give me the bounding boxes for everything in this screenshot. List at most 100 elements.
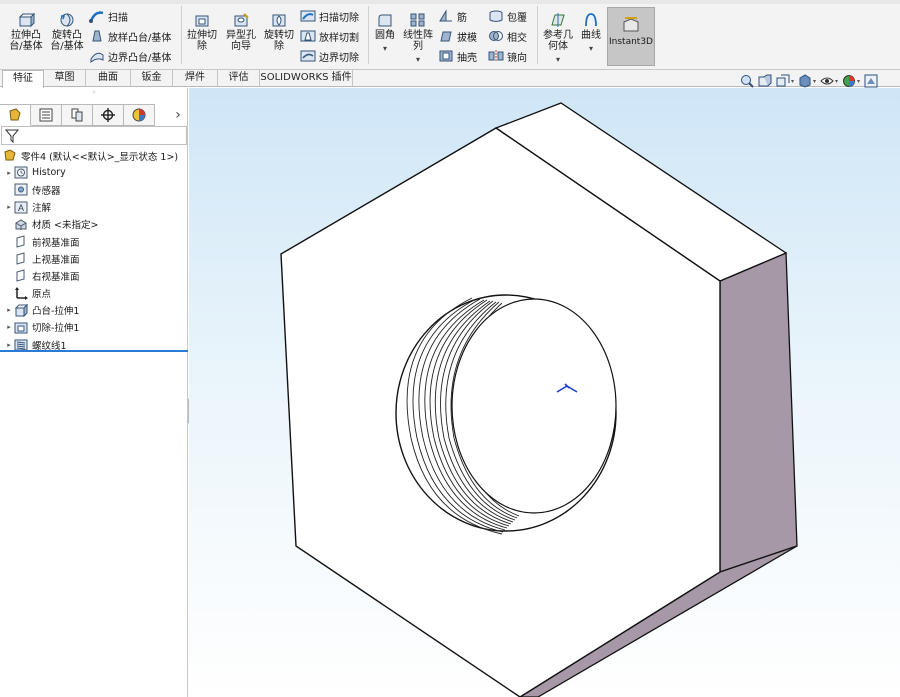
plane-icon xyxy=(16,235,25,248)
fillet-button[interactable]: 圆角 ▾ xyxy=(372,12,398,54)
extrude-feature-icon xyxy=(14,303,28,317)
shell-button[interactable]: 抽壳 xyxy=(438,48,477,64)
view-orientation-dropdown-arrow[interactable]: ▾ xyxy=(791,78,794,85)
tree-item-material[interactable]: 材质 <未指定> xyxy=(0,216,188,233)
tree-item-label: 材质 <未指定> xyxy=(32,220,99,232)
expand-arrow-icon[interactable]: ▸ xyxy=(4,203,14,211)
intersect-button[interactable]: 相交 xyxy=(488,28,527,44)
tree-item-top-plane[interactable]: 上视基准面 xyxy=(0,250,188,267)
tree-item-label: History xyxy=(32,167,66,179)
boundary-boss-button[interactable]: 边界凸台/基体 xyxy=(89,48,171,64)
nut-side-face-right[interactable] xyxy=(719,252,798,573)
hole-wizard-button[interactable]: 异型孔 向导 xyxy=(222,12,260,52)
linear-pattern-dropdown-arrow[interactable]: ▾ xyxy=(416,54,420,65)
curves-button[interactable]: 曲线 ▾ xyxy=(578,12,604,54)
display-manager-tab[interactable] xyxy=(124,104,155,126)
curves-dropdown-arrow[interactable]: ▾ xyxy=(589,43,593,54)
loft-cut-button[interactable]: 放样切割 xyxy=(300,28,359,44)
revolve-boss-button[interactable]: 旋转凸 台/基体 xyxy=(48,12,86,52)
loft-boss-button[interactable]: 放样凸台/基体 xyxy=(89,28,171,44)
ribbon-separator xyxy=(368,6,369,64)
feature-manager-tab[interactable] xyxy=(0,104,31,126)
display-style-dropdown-arrow[interactable]: ▾ xyxy=(813,78,816,85)
rollback-bar[interactable] xyxy=(0,350,188,352)
boundary-cut-button[interactable]: 边界切除 xyxy=(300,48,359,64)
expand-arrow-icon[interactable]: ▸ xyxy=(4,169,14,177)
tree-item-annotations[interactable]: ▸ A 注解 xyxy=(0,199,188,216)
more-tabs-chevron-icon[interactable]: › xyxy=(168,104,188,126)
plane-icon xyxy=(16,252,25,265)
linear-pattern-button[interactable]: 线性阵 列 ▾ xyxy=(400,12,436,65)
mirror-label: 镜向 xyxy=(507,52,527,64)
tree-item-label: 注解 xyxy=(32,203,52,215)
part-icon xyxy=(4,149,16,161)
tab-weldments[interactable]: 焊件 xyxy=(173,70,218,87)
reference-geometry-dropdown-arrow[interactable]: ▾ xyxy=(556,54,560,65)
fillet-dropdown-arrow[interactable]: ▾ xyxy=(383,43,387,54)
tree-filter-box[interactable] xyxy=(1,126,187,145)
tree-root-part[interactable]: 零件4 (默认<<默认>_显示状态 1>) xyxy=(0,147,188,164)
fillet-icon xyxy=(378,14,392,27)
tree-item-right-plane[interactable]: 右视基准面 xyxy=(0,267,188,284)
revolve-boss-icon xyxy=(60,13,74,27)
revolve-cut-button[interactable]: 旋转切 除 xyxy=(261,12,297,52)
appearance-scene-icon[interactable] xyxy=(842,74,856,88)
draft-button[interactable]: 拔模 xyxy=(438,28,477,44)
ribbon-separator xyxy=(181,6,182,64)
tree-item-label: 原点 xyxy=(32,289,52,301)
configuration-manager-tab[interactable] xyxy=(62,104,93,126)
rib-button[interactable]: 筋 xyxy=(438,8,467,24)
instant3d-button[interactable]: Instant3D xyxy=(607,7,655,66)
tree-item-sensors[interactable]: 传感器 xyxy=(0,181,188,198)
sweep-button[interactable]: 扫描 xyxy=(89,8,128,24)
panel-grip[interactable]: ◦ xyxy=(0,88,188,103)
zoom-to-fit-icon[interactable] xyxy=(740,74,754,88)
hide-show-eye-icon[interactable] xyxy=(820,74,834,88)
tree-item-label: 传感器 xyxy=(32,185,61,197)
tree-item-cut-extrude1[interactable]: ▸ 切除-拉伸1 xyxy=(0,319,188,336)
tab-sketch[interactable]: 草图 xyxy=(44,70,86,87)
reference-geometry-label: 参考几 何体 xyxy=(543,30,573,52)
expand-arrow-icon[interactable]: ▸ xyxy=(4,306,14,314)
property-list-icon xyxy=(39,108,53,122)
material-icon xyxy=(15,219,27,230)
tab-features[interactable]: 特征 xyxy=(2,70,44,88)
plane-icon xyxy=(16,269,25,283)
revolve-cut-icon xyxy=(272,14,286,27)
dimxpert-manager-tab[interactable] xyxy=(93,104,124,126)
extrude-cut-button[interactable]: 拉伸切 除 xyxy=(184,12,220,52)
tab-evaluate[interactable]: 评估 xyxy=(218,70,260,87)
expand-arrow-icon[interactable]: ▸ xyxy=(4,341,14,349)
reference-geometry-button[interactable]: 参考几 何体 ▾ xyxy=(540,12,576,65)
hole-wizard-label: 异型孔 向导 xyxy=(226,30,256,52)
sensor-icon xyxy=(14,183,28,196)
graphics-area[interactable] xyxy=(189,88,900,697)
tab-solidworks-addins[interactable]: SOLIDWORKS 插件 xyxy=(260,70,353,87)
view-settings-icon[interactable] xyxy=(864,74,878,88)
hide-show-dropdown-arrow[interactable]: ▾ xyxy=(835,78,838,85)
sweep-cut-button[interactable]: 扫描切除 xyxy=(300,8,359,24)
tree-item-boss-extrude1[interactable]: ▸ 凸台-拉伸1 xyxy=(0,302,188,319)
tree-item-label: 前视基准面 xyxy=(32,237,80,249)
tab-surfaces[interactable]: 曲面 xyxy=(86,70,131,87)
expand-arrow-icon[interactable]: ▸ xyxy=(4,323,14,331)
tab-sheet-metal[interactable]: 钣金 xyxy=(131,70,173,87)
tree-item-history[interactable]: ▸ History xyxy=(0,164,188,181)
instant3d-icon xyxy=(623,17,639,32)
wrap-button[interactable]: 包覆 xyxy=(488,8,527,24)
extrude-boss-label: 拉伸凸 台/基体 xyxy=(9,30,43,52)
annotation-icon: A xyxy=(14,201,28,214)
tree-item-front-plane[interactable]: 前视基准面 xyxy=(0,233,188,250)
appearance-dropdown-arrow[interactable]: ▾ xyxy=(857,78,860,85)
loft-cut-label: 放样切割 xyxy=(319,32,359,44)
mirror-button[interactable]: 镜向 xyxy=(488,48,527,64)
display-style-icon[interactable] xyxy=(798,74,812,88)
section-view-icon[interactable] xyxy=(776,74,790,88)
property-manager-tab[interactable] xyxy=(31,104,62,126)
hex-nut-model[interactable] xyxy=(189,88,900,697)
zoom-area-icon[interactable] xyxy=(758,74,772,88)
extrude-boss-button[interactable]: 拉伸凸 台/基体 xyxy=(8,12,44,52)
tree-item-origin[interactable]: 原点 xyxy=(0,285,188,302)
feature-manager-panel: ◦ › 零件4 (默认<<默认>_显示状态 1>) ▸ History 传感器 … xyxy=(0,88,188,697)
mirror-icon xyxy=(488,50,504,62)
